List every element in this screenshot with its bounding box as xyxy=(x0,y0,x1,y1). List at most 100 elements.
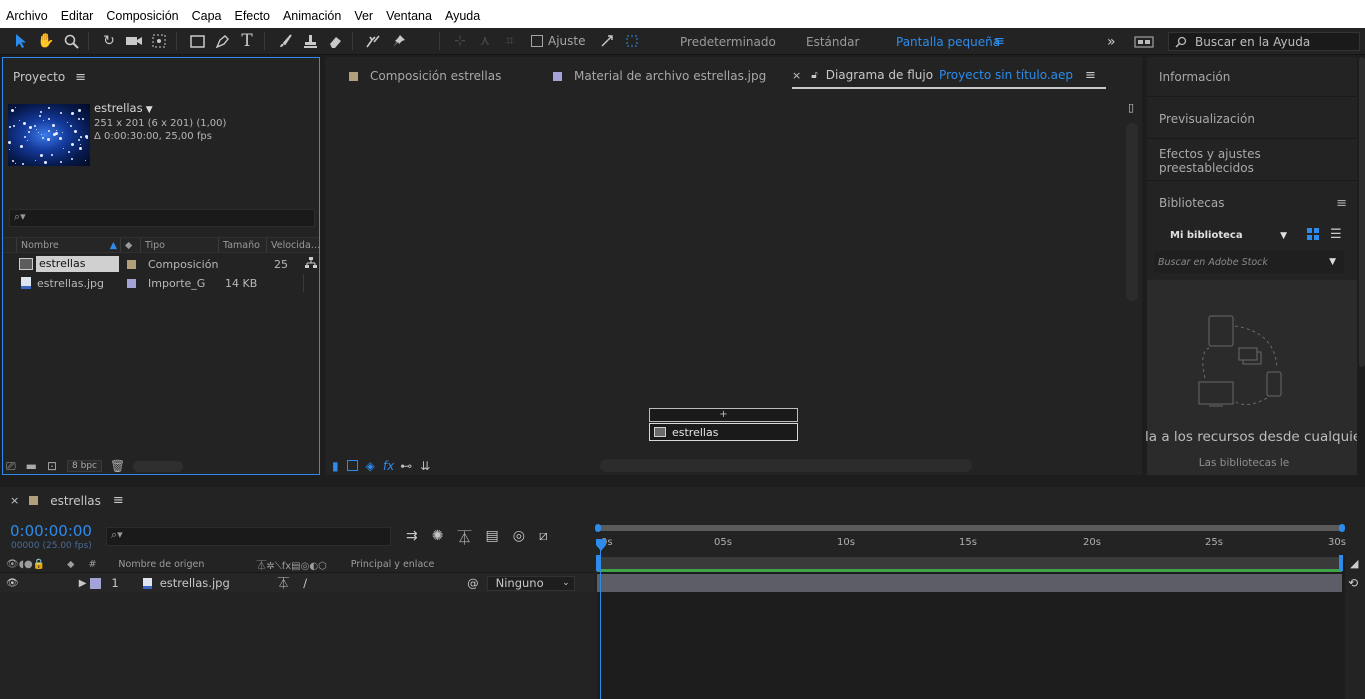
timeline-tab[interactable]: × estrellas ≡ xyxy=(10,493,124,508)
tab-material[interactable]: Material de archivo estrellas.jpg xyxy=(553,69,766,83)
snap-checkbox[interactable] xyxy=(531,35,543,47)
column-tipo[interactable]: Tipo xyxy=(141,238,219,252)
marker-icon[interactable]: ◢ xyxy=(1350,557,1358,570)
zoom-tool-icon[interactable] xyxy=(60,30,82,52)
project-item-name[interactable]: estrellas xyxy=(36,256,119,272)
column-tamano[interactable]: Tamaño xyxy=(219,238,267,252)
snap-features-icon[interactable] xyxy=(621,30,643,52)
search-help-toggle-icon[interactable] xyxy=(1134,28,1154,55)
label-color-swatch[interactable] xyxy=(127,259,136,269)
tab-project-link[interactable]: Proyecto sin título.aep xyxy=(939,68,1073,82)
clone-stamp-tool-icon[interactable] xyxy=(299,30,321,52)
parent-dropdown[interactable]: Ninguno ⌄ xyxy=(486,575,575,591)
flow-direction-icon[interactable]: ⊷ xyxy=(400,459,412,473)
layer-row[interactable]: 👁 ▶ 1 estrellas.jpg ⏄ ∕ @ Ninguno ⌄ xyxy=(0,574,594,592)
layer-duration-bar[interactable] xyxy=(597,574,1342,592)
vertical-scrollbar[interactable] xyxy=(1126,123,1138,301)
tab-diagrama-de-flujo[interactable]: × 🔓︎ Diagrama de flujo Proyecto sin títu… xyxy=(792,63,1106,89)
column-nombre[interactable]: Nombre ▲ xyxy=(17,238,121,252)
rectangle-tool-icon[interactable] xyxy=(186,30,208,52)
text-tool-icon[interactable]: T xyxy=(236,30,258,52)
trash-icon[interactable]: 🗑 xyxy=(110,459,125,473)
comp-flowchart-icon[interactable]: ⇉ xyxy=(406,528,418,548)
thumbnail-slider[interactable] xyxy=(133,460,184,472)
rotate-tool-icon[interactable]: ↻ xyxy=(98,30,120,52)
library-dropdown[interactable]: Mi biblioteca ▼ xyxy=(1155,226,1293,245)
panel-menu-icon[interactable]: ≡ xyxy=(113,493,124,508)
effects-presets-section[interactable]: Efectos y ajustes preestablecidos xyxy=(1147,141,1357,181)
current-time-display[interactable]: 0:00:00:00 xyxy=(10,522,92,540)
document-icon[interactable]: ▯ xyxy=(1128,101,1134,114)
work-area-start-handle[interactable] xyxy=(595,524,601,532)
panel-menu-icon[interactable]: ≡ xyxy=(1085,68,1096,83)
label-color-swatch[interactable] xyxy=(90,577,102,589)
flow-layout-icon[interactable]: ⇊ xyxy=(420,459,430,473)
expand-arrow-icon[interactable]: ▶ xyxy=(79,578,87,589)
help-search-input[interactable]: Buscar en la Ayuda xyxy=(1168,32,1360,51)
selection-tool-icon[interactable] xyxy=(10,30,32,52)
eraser-tool-icon[interactable] xyxy=(324,30,346,52)
flowchart-icon[interactable] xyxy=(305,256,317,272)
menu-animacion[interactable]: Animación xyxy=(277,9,348,23)
right-scrollbar[interactable] xyxy=(1359,57,1365,367)
close-tab-icon[interactable]: × xyxy=(792,69,801,82)
workspace-menu-icon[interactable]: ≡ xyxy=(994,28,1005,55)
project-search-input[interactable]: ⌕▾ xyxy=(9,209,315,227)
quality-switch-icon[interactable]: ∕ xyxy=(303,576,307,590)
work-area-end-handle[interactable] xyxy=(1339,524,1345,532)
menu-composicion[interactable]: Composición xyxy=(100,9,185,23)
menu-archivo[interactable]: Archivo xyxy=(0,9,55,23)
shy-layers-icon[interactable]: ⏄ xyxy=(457,528,471,548)
label-column-icon[interactable]: ◆ xyxy=(67,559,74,570)
panel-menu-icon[interactable]: ≡ xyxy=(1336,196,1347,211)
label-column-icon[interactable]: ◆ xyxy=(121,238,141,252)
interpret-footage-icon[interactable]: ⎚ xyxy=(6,459,16,474)
project-panel-title[interactable]: Proyecto xyxy=(13,70,65,84)
comp-button-icon[interactable]: ⟲ xyxy=(1348,576,1358,590)
menu-ver[interactable]: Ver xyxy=(348,9,380,23)
lock-icon[interactable]: 🔓︎ xyxy=(811,70,817,81)
menu-ayuda[interactable]: Ayuda xyxy=(439,9,487,23)
workspace-estandar[interactable]: Estándar xyxy=(806,28,859,55)
menu-editar[interactable]: Editar xyxy=(55,9,101,23)
flow-effects-toggle-icon[interactable]: fx xyxy=(383,459,394,473)
adobe-stock-search-input[interactable]: Buscar en Adobe Stock ▼ xyxy=(1154,251,1344,273)
out-point-handle[interactable] xyxy=(1339,555,1343,571)
column-velocidad[interactable]: Velocida… xyxy=(267,238,319,252)
libraries-section[interactable]: Bibliotecas ≡ xyxy=(1147,183,1357,223)
workspace-pantalla-pequena[interactable]: Pantalla pequeña xyxy=(896,28,1000,55)
graph-editor-icon[interactable]: ⧄ xyxy=(539,528,548,548)
list-view-icon[interactable]: ☰ xyxy=(1330,227,1342,242)
timeline-search-input[interactable]: ⌕▾ xyxy=(106,527,391,546)
pickwhip-icon[interactable]: @ xyxy=(467,576,479,590)
menu-ventana[interactable]: Ventana xyxy=(380,9,439,23)
work-area-bar[interactable] xyxy=(597,525,1343,531)
panel-menu-icon[interactable]: ≡ xyxy=(75,70,86,85)
hand-tool-icon[interactable]: ✋ xyxy=(35,30,57,52)
grid-view-icon[interactable] xyxy=(1307,228,1319,243)
motion-blur-icon[interactable]: ◎ xyxy=(513,528,525,548)
flow-layers-toggle-icon[interactable]: ◈ xyxy=(366,459,375,473)
project-item-row[interactable]: estrellas Composición 25 xyxy=(3,255,319,273)
roto-brush-tool-icon[interactable] xyxy=(362,30,384,52)
bit-depth-button[interactable]: 8 bpc xyxy=(67,460,102,472)
menu-capa[interactable]: Capa xyxy=(186,9,229,23)
dropdown-arrow-icon[interactable]: ▼ xyxy=(1329,257,1336,267)
menu-efecto[interactable]: Efecto xyxy=(229,9,277,23)
horizontal-scrollbar[interactable] xyxy=(600,459,972,472)
eye-icon[interactable]: 👁 xyxy=(6,578,19,589)
snap-toggle[interactable]: Ajuste xyxy=(531,34,586,48)
pan-behind-tool-icon[interactable] xyxy=(148,30,170,52)
flow-footage-toggle-icon[interactable]: ▮ xyxy=(332,459,339,473)
tab-composicion[interactable]: Composición estrellas xyxy=(349,69,501,83)
frame-blending-icon[interactable]: ▤ xyxy=(485,528,498,548)
dropdown-arrow-icon[interactable]: ▼ xyxy=(146,105,153,115)
flow-node[interactable]: estrellas xyxy=(649,423,798,441)
preview-section[interactable]: Previsualización xyxy=(1147,99,1357,139)
flow-solids-toggle-icon[interactable] xyxy=(346,460,358,471)
more-workspaces-button[interactable]: » xyxy=(1107,28,1116,55)
new-composition-icon[interactable]: ⊡ xyxy=(47,459,57,473)
pen-tool-icon[interactable] xyxy=(211,30,233,52)
brush-tool-icon[interactable] xyxy=(274,30,296,52)
new-folder-icon[interactable]: ▬ xyxy=(26,459,37,473)
